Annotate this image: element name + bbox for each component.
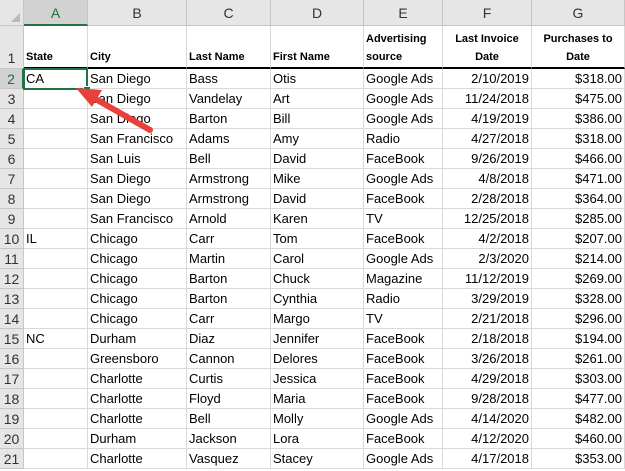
red-arrow-annotation-icon <box>76 88 153 133</box>
